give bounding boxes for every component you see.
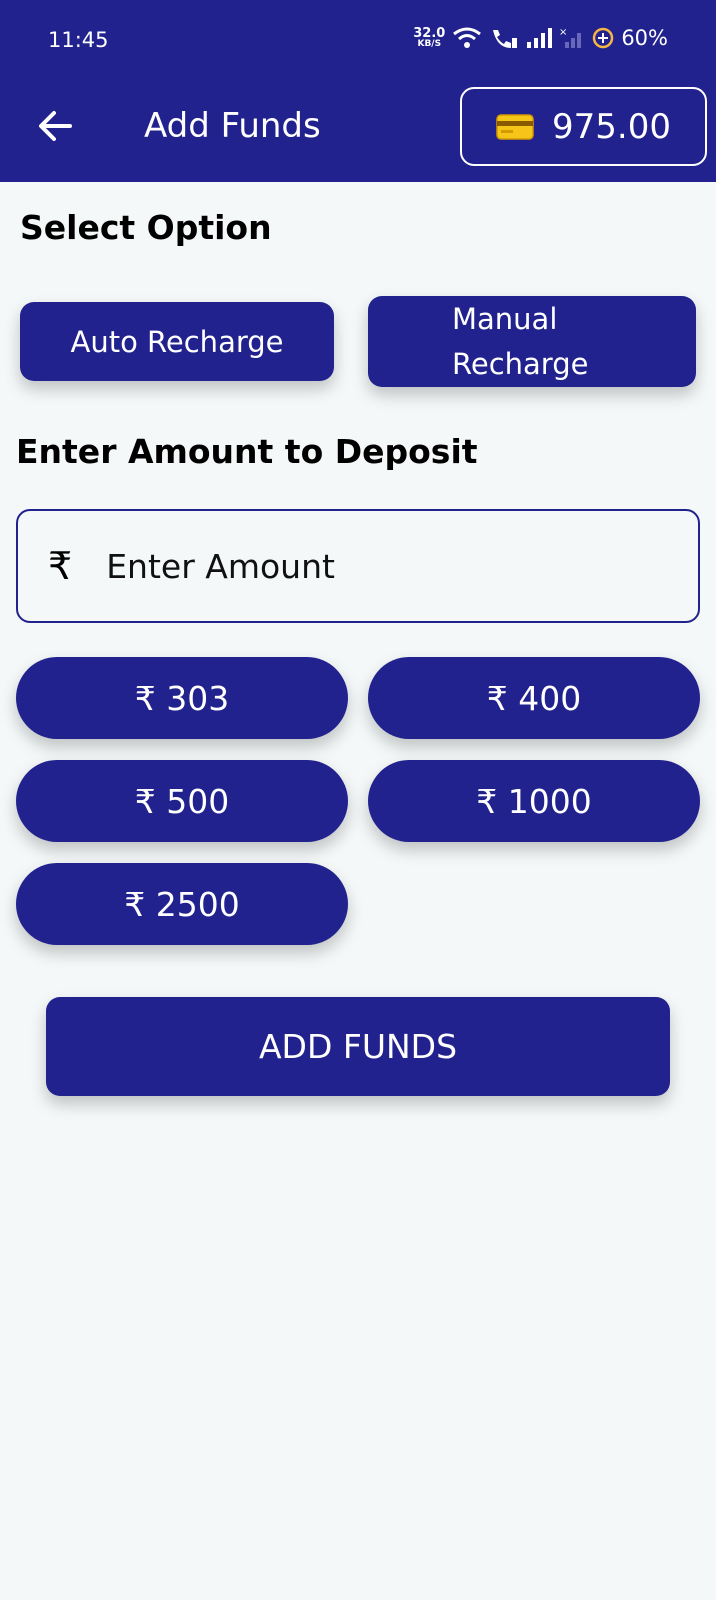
amount-field[interactable]: ₹ xyxy=(16,509,700,623)
battery-level: 60% xyxy=(621,26,668,50)
network-speed: 32.0 KB/S xyxy=(413,27,445,49)
amount-chip-2500[interactable]: ₹ 2500 xyxy=(16,863,348,945)
select-option-label: Select Option xyxy=(20,208,272,247)
wallet-amount: 975.00 xyxy=(552,106,671,147)
add-funds-button[interactable]: ADD FUNDS xyxy=(46,997,670,1096)
status-time: 11:45 xyxy=(48,28,109,52)
manual-recharge-button[interactable]: Manual Recharge xyxy=(368,296,696,387)
battery-saver-icon xyxy=(593,27,614,49)
svg-text:×: × xyxy=(559,27,567,38)
back-arrow-icon[interactable] xyxy=(34,104,78,148)
amount-chip-label: ₹ 303 xyxy=(134,678,230,718)
amount-chip-label: ₹ 1000 xyxy=(476,781,592,821)
add-funds-label: ADD FUNDS xyxy=(258,1027,458,1066)
signal-strength-icon xyxy=(527,28,553,48)
wallet-balance[interactable]: 975.00 xyxy=(460,87,707,166)
deposit-amount-label: Enter Amount to Deposit xyxy=(16,432,478,471)
amount-chip-400[interactable]: ₹ 400 xyxy=(368,657,700,739)
manual-recharge-label: Manual Recharge xyxy=(452,301,589,381)
signal-no-service-icon: × xyxy=(559,27,582,48)
auto-recharge-button[interactable]: Auto Recharge xyxy=(20,302,334,381)
page-title: Add Funds xyxy=(144,106,321,146)
amount-chip-label: ₹ 2500 xyxy=(124,884,240,924)
amount-chip-1000[interactable]: ₹ 1000 xyxy=(368,760,700,842)
amount-chip-500[interactable]: ₹ 500 xyxy=(16,760,348,842)
amount-chip-label: ₹ 500 xyxy=(134,781,230,821)
amount-chip-label: ₹ 400 xyxy=(486,678,582,718)
wifi-calling-icon xyxy=(493,30,518,48)
auto-recharge-label: Auto Recharge xyxy=(70,324,284,359)
app-header: 11:45 32.0 KB/S × 60% Add Funds 975.00 xyxy=(0,0,716,182)
wallet-card-icon xyxy=(496,113,534,140)
rupee-icon: ₹ xyxy=(48,544,73,588)
amount-chip-303[interactable]: ₹ 303 xyxy=(16,657,348,739)
amount-input[interactable] xyxy=(106,546,627,586)
network-speed-unit: KB/S xyxy=(417,39,442,49)
status-icons: 32.0 KB/S × 60% xyxy=(413,26,668,50)
wifi-icon xyxy=(453,27,482,48)
